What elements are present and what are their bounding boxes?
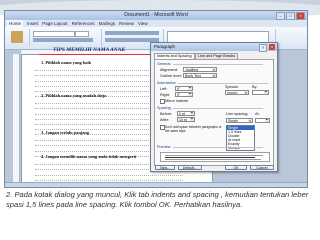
dont-add-space-label: Don't add space between paragraphs of th… [165, 125, 222, 133]
preview-box [160, 152, 270, 162]
before-input[interactable]: 0 pt ▴▾ [177, 111, 195, 116]
cancel-button[interactable]: Cancel [250, 165, 274, 170]
doc-heading-1: 1. Pilihlah nama yang baik [41, 60, 92, 65]
spinner-icon[interactable]: ▴▾ [188, 93, 192, 96]
indentation-section-label: Indentation [157, 81, 267, 85]
outline-level-label: Outline level: [160, 74, 182, 78]
doc-heading-3: 3. Jangan terlalu panjang [41, 130, 90, 135]
chevron-down-icon: ▾ [248, 119, 252, 123]
tab-view[interactable]: View [138, 20, 148, 27]
at-input[interactable]: ▴▾ [255, 118, 270, 123]
at-label: At: [255, 112, 260, 116]
dialog-title: Paragraph [154, 44, 176, 49]
spacing-section-label: Spacing [157, 106, 261, 110]
clipboard-group[interactable] [7, 29, 30, 46]
general-section-label: General [157, 62, 259, 66]
minimize-button[interactable]: – [276, 12, 285, 20]
after-input[interactable]: 10 pt ▴▾ [177, 117, 195, 122]
maximize-button[interactable]: □ [286, 12, 295, 20]
paragraph-dialog: Paragraph ? x Indents and Spacing Line a… [150, 42, 278, 172]
ok-button[interactable]: OK [225, 165, 247, 170]
spinner-icon[interactable]: ▴▾ [265, 119, 269, 122]
chevron-down-icon: ▾ [212, 68, 216, 72]
dialog-body: General Alignment: Justified ▾ Outline le… [154, 59, 274, 166]
spinner-icon[interactable]: ▴▾ [190, 118, 194, 121]
tab-page-layout[interactable]: Page Layout [42, 20, 67, 27]
line-spacing-label: Line spacing: [226, 112, 249, 116]
right-indent-input[interactable]: 0" ▴▾ [175, 92, 193, 97]
status-bar [5, 182, 307, 187]
special-select[interactable]: (none) ▾ [225, 90, 249, 95]
line-spacing-select[interactable]: Single ▾ [226, 118, 253, 123]
left-indent-label: Left: [160, 87, 168, 91]
outline-level-select[interactable]: Body Text ▾ [183, 73, 217, 78]
alignment-label: Alignment: [160, 68, 178, 72]
special-label: Special: [225, 85, 239, 89]
spinner-icon[interactable]: ▴▾ [190, 112, 194, 115]
tab-mailings[interactable]: Mailings [99, 20, 116, 27]
preview-section-label: Preview [157, 145, 259, 149]
slide: Document1 - Microsoft Word – □ × Home In… [0, 0, 320, 240]
dialog-close-button[interactable]: x [269, 44, 275, 50]
by-label: By: [252, 85, 258, 89]
doc-heading-4: 4. Jangan memilih nama yang anda tidak m… [41, 154, 137, 159]
ribbon-tabs: Home Insert Page Layout References Maili… [5, 20, 307, 27]
left-indent-input[interactable]: 0" ▴▾ [175, 86, 193, 91]
default-button[interactable]: Default... [178, 165, 202, 170]
tab-insert[interactable]: Insert [27, 20, 38, 27]
right-indent-label: Right: [160, 93, 170, 97]
tab-references[interactable]: References [72, 20, 95, 27]
after-label: After: [160, 118, 170, 122]
chevron-down-icon: ▾ [244, 91, 248, 95]
dialog-titlebar: Paragraph ? x [151, 43, 277, 52]
tab-home[interactable]: Home [7, 20, 24, 27]
dialog-help-button[interactable]: ? [259, 44, 267, 52]
before-label: Before: [160, 112, 173, 116]
tabs-button[interactable]: Tabs... [155, 165, 175, 170]
tab-review[interactable]: Review [119, 20, 134, 27]
vertical-ruler[interactable] [13, 54, 20, 187]
chevron-down-icon: ▾ [212, 74, 216, 78]
close-window-button[interactable]: × [296, 12, 305, 20]
spinner-icon[interactable]: ▴▾ [188, 87, 192, 90]
mirror-indents-label: Mirror indents [165, 99, 189, 103]
spinner-icon[interactable]: ▴▾ [264, 91, 268, 94]
by-input[interactable]: ▴▾ [252, 90, 269, 95]
window-title: Document1 - Microsoft Word [124, 12, 188, 18]
document-title: TIPS MEMILIH NAMA ANAK [53, 47, 126, 53]
alignment-select[interactable]: Justified ▾ [183, 67, 217, 72]
doc-heading-2: 2. Pilihlah nama yang mudah diejo [41, 93, 107, 98]
font-group[interactable] [31, 29, 102, 46]
word-titlebar: Document1 - Microsoft Word – □ × [5, 11, 307, 20]
slide-caption: 2. Pada kotak dialog yang muncul, Klik t… [6, 190, 309, 210]
